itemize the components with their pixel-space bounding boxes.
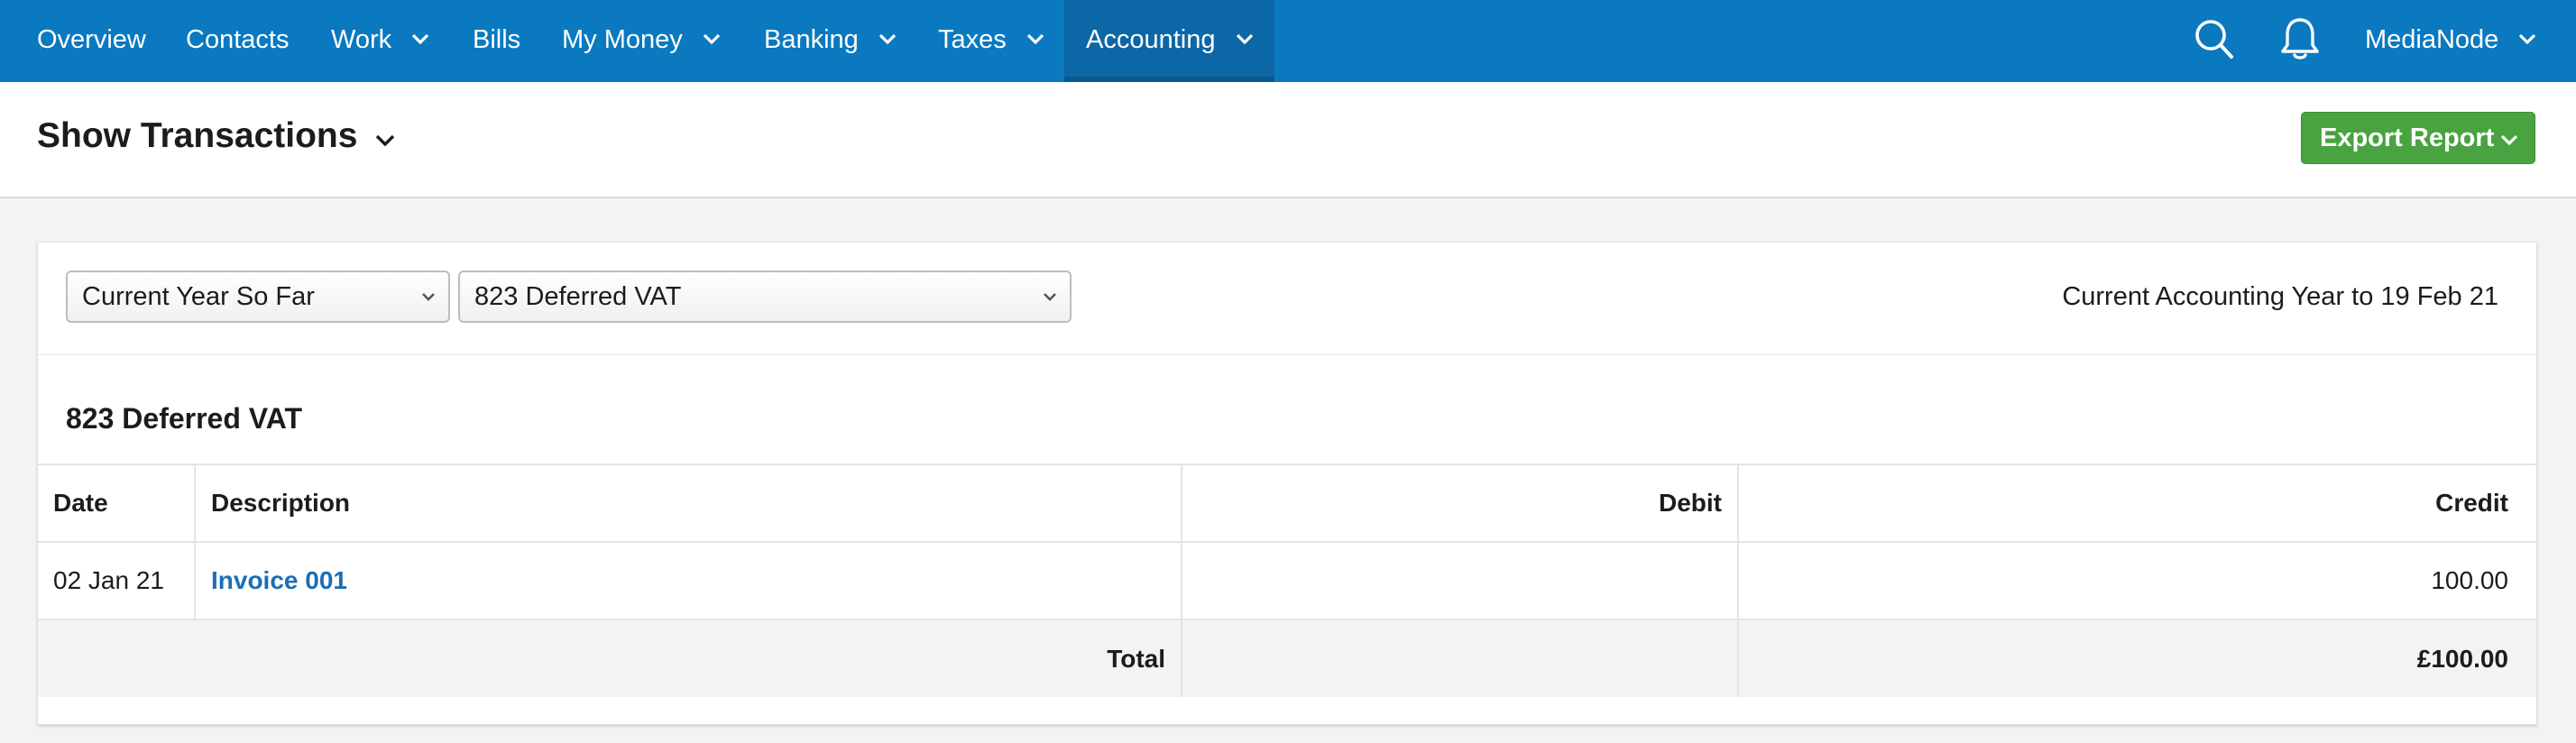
account-menu[interactable]: MediaNode [2365, 0, 2536, 82]
row-credit: 100.00 [1737, 541, 2536, 619]
period-select[interactable]: Current Year So Far [66, 271, 450, 323]
nav-item-contacts[interactable]: Contacts [186, 0, 289, 82]
total-debit [1181, 619, 1738, 697]
chevron-down-icon [1026, 34, 1044, 45]
nav-item-accounting[interactable]: Accounting [1064, 0, 1274, 82]
chevron-down-icon [879, 34, 897, 45]
column-header-credit[interactable]: Credit [1737, 463, 2536, 542]
nav-item-label: Banking [764, 25, 859, 54]
export-report-button[interactable]: Export Report [2301, 112, 2535, 164]
invoice-link[interactable]: Invoice 001 [211, 566, 347, 594]
account-title: 823 Deferred VAT [66, 402, 303, 435]
nav-item-banking[interactable]: Banking [764, 0, 897, 82]
column-header-description[interactable]: Description [194, 463, 1182, 542]
page-title[interactable]: Show Transactions [37, 116, 357, 156]
period-description: Current Accounting Year to 19 Feb 21 [2062, 282, 2498, 311]
report-card: Current Year So Far 823 Deferred VAT Cur… [37, 242, 2537, 725]
account-select-value: 823 Deferred VAT [474, 282, 682, 311]
account-name: MediaNode [2365, 25, 2499, 54]
chevron-down-icon [1044, 293, 1056, 301]
nav-item-label: Contacts [186, 25, 290, 54]
nav-item-bills[interactable]: Bills [473, 0, 520, 82]
nav-item-label: Work [331, 25, 392, 54]
table-row: 02 Jan 21 Invoice 001 100.00 [38, 541, 2536, 619]
nav-item-label: Accounting [1086, 25, 1216, 54]
chevron-down-icon [422, 293, 435, 301]
column-header-debit[interactable]: Debit [1181, 463, 1738, 542]
bell-icon[interactable] [2280, 16, 2320, 61]
chevron-down-icon [2519, 34, 2536, 45]
account-select[interactable]: 823 Deferred VAT [458, 271, 1072, 323]
nav-item-label: My Money [562, 25, 683, 54]
nav-item-my-money[interactable]: My Money [562, 0, 721, 82]
top-navigation: Overview Contacts Work Bills My Money Ba… [0, 0, 2576, 82]
row-date: 02 Jan 21 [38, 541, 195, 619]
total-label: Total [38, 619, 1182, 697]
row-debit [1181, 541, 1738, 619]
total-row: Total £100.00 [38, 619, 2536, 697]
nav-item-overview[interactable]: Overview [37, 0, 146, 82]
column-header-date[interactable]: Date [38, 463, 195, 542]
nav-item-label: Taxes [938, 25, 1007, 54]
table-header-row: Date Description Debit Credit [38, 463, 2536, 542]
period-select-value: Current Year So Far [82, 282, 315, 311]
page-header: Show Transactions Export Report [0, 82, 2576, 198]
ledger-table: Date Description Debit Credit 02 Jan 21 … [38, 463, 2536, 697]
chevron-down-icon [1236, 34, 1253, 45]
search-icon[interactable] [2194, 18, 2235, 61]
nav-item-taxes[interactable]: Taxes [938, 0, 1044, 82]
nav-item-label: Overview [37, 25, 146, 54]
nav-item-label: Bills [473, 25, 521, 54]
row-description: Invoice 001 [194, 541, 1182, 619]
chevron-down-icon[interactable] [375, 134, 395, 146]
divider [38, 354, 2536, 355]
export-report-label: Export Report [2320, 124, 2495, 152]
chevron-down-icon [2500, 134, 2518, 145]
chevron-down-icon [703, 34, 720, 45]
total-credit: £100.00 [1737, 619, 2536, 697]
chevron-down-icon [412, 34, 429, 45]
nav-item-work[interactable]: Work [331, 0, 429, 82]
